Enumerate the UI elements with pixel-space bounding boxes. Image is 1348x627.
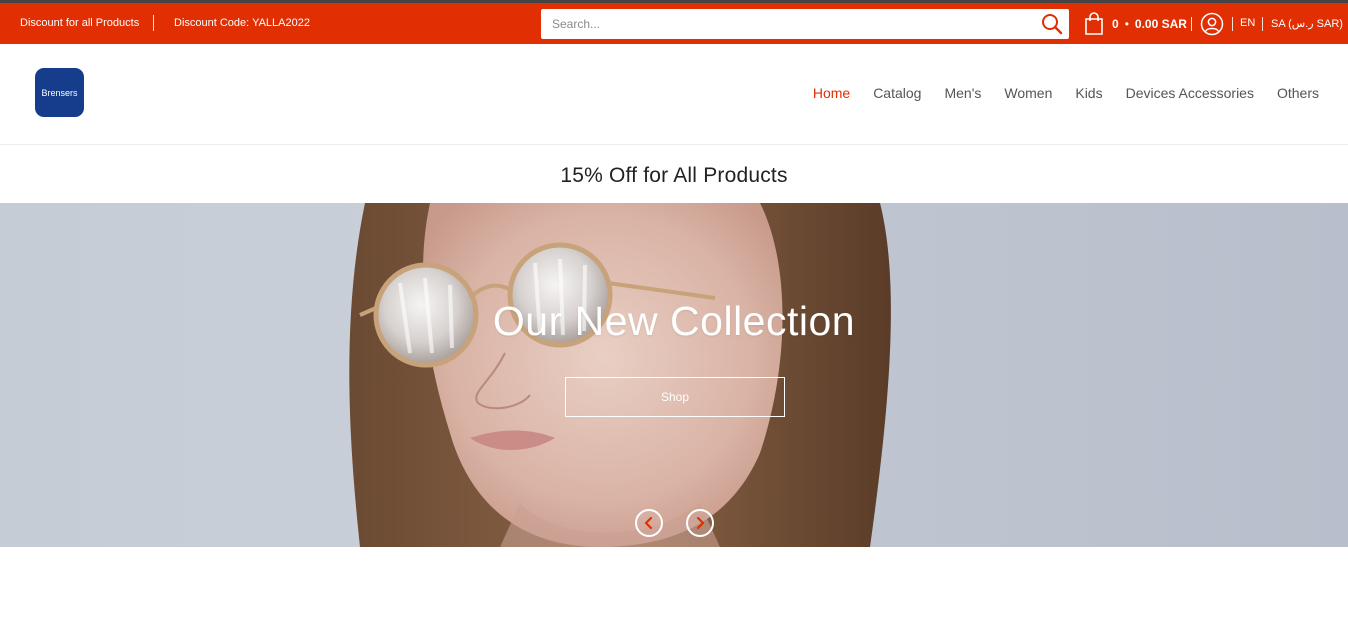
- shopping-bag-icon: [1085, 12, 1103, 35]
- announcement-heading: 15% Off for All Products: [560, 164, 788, 187]
- nav-item-women[interactable]: Women: [1004, 85, 1052, 101]
- brand-logo[interactable]: Brensers: [35, 68, 84, 117]
- hero-image: [349, 203, 891, 547]
- nav-item-kids[interactable]: Kids: [1075, 85, 1102, 101]
- cart-total: 0.00 SAR: [1134, 17, 1187, 31]
- nav-item-catalog[interactable]: Catalog: [873, 85, 921, 101]
- search-box: [541, 9, 1069, 39]
- promo-bar: Discount for all Products Discount Code:…: [0, 3, 1348, 44]
- slider-next-button[interactable]: [686, 509, 714, 537]
- slider-prev-button[interactable]: [635, 509, 663, 537]
- promo-text-discount: Discount for all Products: [20, 17, 140, 29]
- search-icon[interactable]: [1041, 13, 1063, 35]
- cart-separator-dot: •: [1124, 17, 1129, 31]
- hero-title: Our New Collection: [492, 298, 856, 344]
- account-icon[interactable]: [1200, 12, 1224, 36]
- nav-item-mens[interactable]: Men's: [944, 85, 981, 101]
- divider: [1232, 17, 1233, 31]
- language-selector[interactable]: EN: [1240, 17, 1255, 29]
- divider: [1191, 17, 1192, 31]
- nav-item-home[interactable]: Home: [813, 85, 850, 101]
- hero-slider: Our New Collection Shop: [0, 203, 1348, 547]
- cart-count: 0: [1112, 17, 1119, 31]
- chevron-right-icon: [696, 516, 705, 530]
- logo-text: Brensers: [41, 87, 78, 98]
- chevron-left-icon: [644, 516, 653, 530]
- main-nav: Home Catalog Men's Women Kids Devices Ac…: [790, 85, 1319, 101]
- site-header: Brensers Home Catalog Men's Women Kids D…: [0, 44, 1348, 145]
- promo-divider: [153, 15, 154, 31]
- search-input[interactable]: [541, 9, 1031, 39]
- cart-button[interactable]: 0 • 0.00 SAR: [1084, 11, 1187, 37]
- shop-button[interactable]: Shop: [565, 377, 785, 417]
- region-currency-selector[interactable]: SA (ر.س SAR): [1271, 17, 1343, 30]
- nav-item-devices-accessories[interactable]: Devices Accessories: [1126, 85, 1254, 101]
- divider: [1262, 17, 1263, 31]
- promo-text-code: Discount Code: YALLA2022: [174, 17, 310, 29]
- nav-item-others[interactable]: Others: [1277, 85, 1319, 101]
